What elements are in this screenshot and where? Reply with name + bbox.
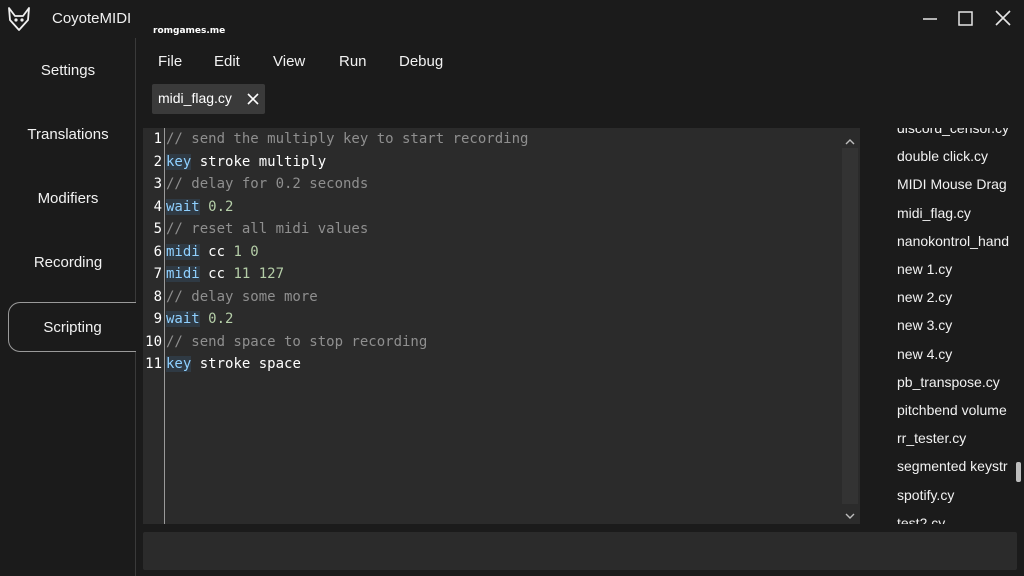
code-token-num: 0.2 [199,198,234,215]
code-token-kw: wait [166,198,200,215]
code-token-comment: // reset all midi values [166,221,369,237]
console-input[interactable] [143,532,1017,570]
code-token-kw: key [166,356,192,372]
line-number: 10 [145,333,162,350]
sidebar-item-scripting[interactable]: Scripting [8,302,136,352]
tab-midi-flag[interactable]: midi_flag.cy [152,84,265,114]
file-list-item[interactable]: double click.cy [897,148,988,164]
file-list-item[interactable]: MIDI Mouse Drag [897,176,1007,192]
menu-file[interactable]: File [158,53,182,70]
menu-view[interactable]: View [273,53,305,70]
line-number: 7 [153,266,162,282]
code-text: // send the multiply key to start record… [166,131,528,147]
scrollbar-track[interactable] [842,148,858,504]
app-title: CoyoteMIDI [52,10,132,27]
coyote-logo-icon [6,6,32,32]
code-text: wait 0.2 [166,311,233,327]
menu-edit[interactable]: Edit [214,53,240,70]
code-text: midi cc 1 0 [166,243,259,260]
file-list-item[interactable]: midi_flag.cy [897,205,971,221]
file-list-item[interactable]: discord_censor.cy [897,128,1009,136]
tab-label: midi_flag.cy [158,90,232,106]
maximize-icon[interactable] [953,8,977,30]
code-token-comment: // delay some more [166,288,318,305]
file-list-item[interactable]: new 1.cy [897,261,952,277]
file-list-item[interactable]: segmented keystr [897,458,1008,474]
sidebar-item-translations[interactable]: Translations [0,126,136,143]
code-text: wait 0.2 [166,198,234,215]
close-tab-icon[interactable] [246,92,260,106]
line-number: 11 [145,356,162,372]
code-text: // delay some more [166,289,318,305]
sidebar-item-modifiers[interactable]: Modifiers [0,190,136,207]
watermark-text: romgames.me [153,26,226,36]
file-list-item[interactable]: new 2.cy [897,289,952,305]
code-token-kw: key [166,153,192,170]
close-icon[interactable] [991,8,1015,30]
code-text: key stroke space [166,356,301,372]
file-list-item[interactable]: pitchbend volume [897,402,1007,418]
menu-debug[interactable]: Debug [399,53,443,70]
line-number: 3 [153,176,162,192]
chevron-down-icon[interactable] [844,508,856,519]
code-token-num: 0.2 [199,311,234,327]
code-token-kw: midi [166,243,200,260]
file-list-item[interactable]: test2.cy [897,515,945,524]
file-list-item[interactable]: spotify.cy [897,487,954,503]
code-token-num: 11 127 [225,266,285,282]
line-number: 9 [153,311,162,327]
sidebar-item-settings[interactable]: Settings [0,62,136,79]
script-file-list[interactable]: discord_censor.cydouble click.cy MIDI Mou… [866,128,1024,524]
title-bar: CoyoteMIDI romgames.me [0,0,1024,38]
code-token-plain: cc [199,266,226,282]
code-token-num: 1 0 [225,243,259,260]
line-number: 6 [153,243,162,260]
code-token-kw: midi [166,266,200,282]
code-token-comment: // delay for 0.2 seconds [166,176,369,192]
minimize-icon[interactable] [918,8,942,30]
code-token-plain: stroke multiply [191,153,327,170]
menu-run[interactable]: Run [339,53,367,70]
code-text: midi cc 11 127 [166,266,284,282]
file-list-item[interactable]: new 4.cy [897,346,952,362]
line-number: 1 [153,131,162,147]
file-list-item[interactable]: new 3.cy [897,317,952,333]
line-number: 5 [153,221,162,237]
line-number: 2 [153,153,162,170]
code-text: // delay for 0.2 seconds [166,176,368,192]
file-list-item[interactable]: nanokontrol_hand [897,233,1009,249]
file-list-scrollbar-thumb[interactable] [1016,462,1021,482]
file-list-item[interactable]: rr_tester.cy [897,430,966,446]
sidebar-item-recording[interactable]: Recording [0,254,136,271]
code-token-plain: cc [199,243,226,260]
line-number: 8 [153,288,162,305]
code-token-comment: // send the multiply key to start record… [166,131,529,147]
file-list-item[interactable]: pb_transpose.cy [897,374,1000,390]
editor-scrollbar[interactable] [840,128,860,524]
code-token-kw: wait [166,311,200,327]
code-token-comment: // send space to stop recording [166,333,428,350]
line-number: 4 [153,198,162,215]
gutter-divider [164,128,165,524]
code-text: key stroke multiply [166,153,327,170]
chevron-up-icon[interactable] [844,134,856,145]
code-text: // send space to stop recording [166,334,427,350]
code-text: // reset all midi values [166,221,368,237]
code-token-plain: stroke space [191,356,301,372]
